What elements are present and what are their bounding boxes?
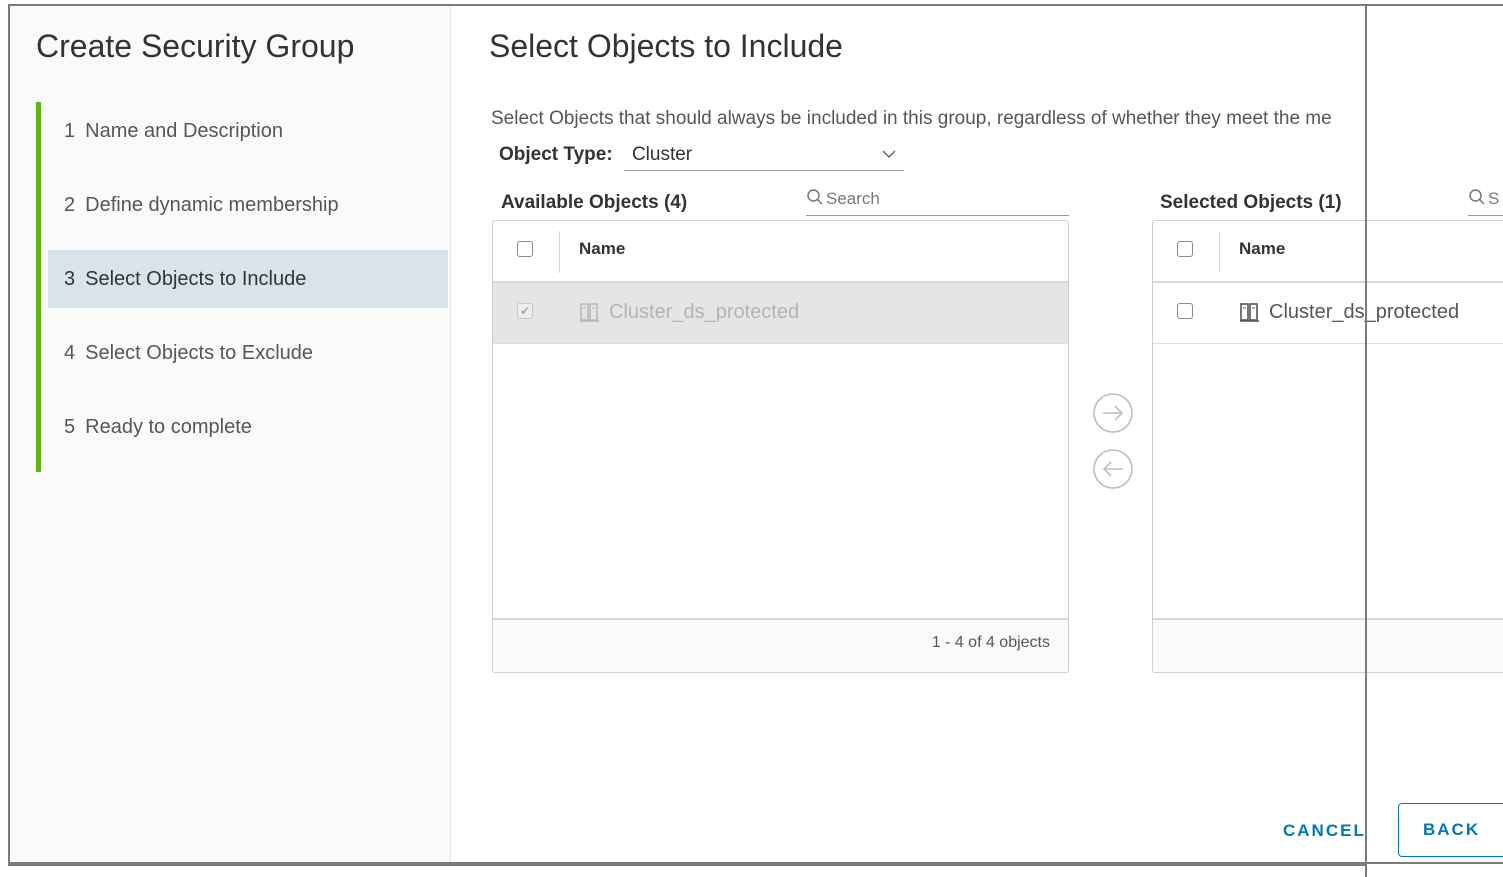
wizard-main: Select Objects to Include Select Objects…: [451, 6, 1503, 862]
row-checkbox: ✔: [517, 303, 533, 319]
step-label: Select Objects to Exclude: [85, 342, 314, 364]
move-right-arrow-icon[interactable]: [1092, 392, 1134, 434]
column-name-header[interactable]: Name: [579, 239, 625, 259]
step-number: 1: [64, 120, 76, 142]
step-select-objects-to-include[interactable]: 3 Select Objects to Include: [48, 250, 448, 308]
step-label: Define dynamic membership: [85, 194, 339, 216]
object-type-value: Cluster: [631, 144, 693, 165]
step-define-dynamic-membership[interactable]: 2 Define dynamic membership: [48, 176, 448, 234]
step-name-and-description[interactable]: 1 Name and Description: [48, 102, 448, 160]
available-search-input[interactable]: Search: [806, 188, 1069, 216]
page-title: Select Objects to Include: [489, 28, 843, 64]
step-label: Ready to complete: [85, 416, 252, 438]
back-button[interactable]: BACK: [1398, 803, 1503, 857]
cluster-icon: [579, 301, 601, 329]
search-icon: [1468, 189, 1488, 208]
steps-progress-bar: [36, 102, 41, 472]
cancel-button[interactable]: CANCEL: [1283, 821, 1366, 841]
available-objects-grid: Name ✔ Cluster_ds_protected 1 - 4 of 4 o…: [492, 220, 1069, 673]
column-name-header[interactable]: Name: [1239, 239, 1285, 259]
available-objects-header: Available Objects (4): [501, 192, 688, 213]
move-left-arrow-icon[interactable]: [1092, 448, 1134, 490]
step-ready-to-complete[interactable]: 5 Ready to complete: [48, 398, 448, 456]
step-number: 2: [64, 194, 76, 216]
step-number: 5: [64, 416, 76, 438]
selected-search-input[interactable]: S: [1468, 188, 1503, 216]
search-placeholder: Search: [826, 189, 880, 208]
column-separator: [559, 231, 560, 273]
column-separator: [1219, 231, 1220, 273]
step-select-objects-to-exclude[interactable]: 4 Select Objects to Exclude: [48, 324, 448, 382]
step-label: Select Objects to Include: [85, 268, 307, 290]
grid-footer: 1 - 4 of 4 objects: [493, 618, 1068, 672]
wizard-steps: 1 Name and Description 2 Define dynamic me…: [48, 102, 448, 472]
object-type-select[interactable]: Cluster: [623, 144, 904, 171]
table-row[interactable]: Cluster_ds_protected: [1153, 283, 1503, 344]
object-type-label: Object Type:: [499, 144, 613, 165]
selected-objects-grid: Name Cluster_ds_protected: [1152, 220, 1503, 673]
step-number: 4: [64, 342, 76, 364]
overlay-divider-line: [1365, 4, 1367, 877]
overlay-bottom-line: [8, 864, 1366, 866]
cluster-icon: [1239, 301, 1261, 329]
step-label: Name and Description: [85, 120, 283, 142]
chevron-down-icon: [882, 146, 896, 164]
grid-header: Name: [1153, 221, 1503, 283]
pagination-text: 1 - 4 of 4 objects: [931, 634, 1050, 651]
wizard-title: Create Security Group: [36, 28, 355, 64]
object-type-row: Object Type: Cluster: [499, 144, 904, 171]
select-all-checkbox[interactable]: [517, 241, 533, 257]
row-name: Cluster_ds_protected: [609, 301, 800, 323]
grid-header: Name: [493, 221, 1068, 283]
search-icon: [806, 189, 826, 208]
row-checkbox[interactable]: [1177, 303, 1193, 319]
wizard-sidebar: Create Security Group 1 Name and Descript…: [10, 6, 451, 862]
step-number: 3: [64, 268, 76, 290]
grid-footer: [1153, 618, 1503, 672]
create-security-group-dialog: Create Security Group 1 Name and Descript…: [8, 4, 1503, 864]
search-placeholder: S: [1488, 189, 1500, 208]
selected-objects-header: Selected Objects (1): [1160, 192, 1342, 213]
table-row: ✔ Cluster_ds_protected: [493, 283, 1068, 344]
select-all-checkbox[interactable]: [1177, 241, 1193, 257]
page-description: Select Objects that should always be inc…: [491, 108, 1332, 129]
